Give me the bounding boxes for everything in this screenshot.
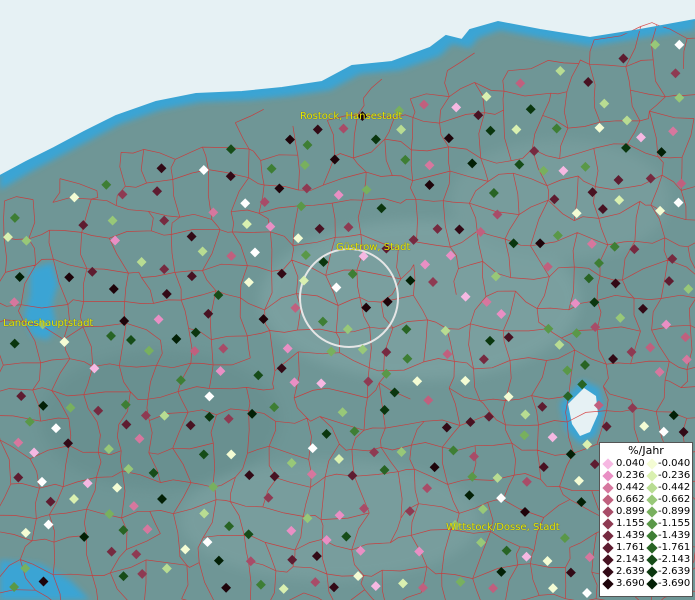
legend-value-negative: -1.761 [658,542,691,553]
legend-swatch-positive [602,518,614,530]
legend-swatch-positive [602,494,614,506]
legend-row: 1.439 -1.439 [600,530,692,542]
legend-row: 0.662 -0.662 [600,494,692,506]
legend-swatch-negative [646,482,658,494]
legend-value-negative: -3.690 [658,578,691,589]
legend-value-negative: -1.155 [658,518,691,529]
legend-value-positive: 1.439 [616,530,645,541]
map-drawing [0,0,695,600]
legend-value-negative: -2.639 [658,566,691,577]
legend-row: 2.143 -2.143 [600,554,692,566]
legend-swatch-positive [602,542,614,554]
legend-swatch-negative [646,542,658,554]
legend-swatch-negative [646,506,658,518]
legend-swatch-positive [602,566,614,578]
legend-value-negative: -2.143 [658,554,691,565]
legend-row: 2.639 -2.639 [600,566,692,578]
legend-swatch-negative [646,566,658,578]
legend-rows: 0.040 -0.040 0.236 -0.236 0.442 -0.442 0.662 -0… [600,458,692,590]
legend-value-negative: -1.439 [658,530,691,541]
legend-row: 3.690 -3.690 [600,578,692,590]
legend-swatch-negative [646,458,658,470]
map-canvas[interactable]: Rostock, Hansestadt Güstrow, Stadt Lande… [0,0,695,600]
legend-swatch-positive [602,530,614,542]
legend-swatch-positive [602,554,614,566]
legend-row: 0.899 -0.899 [600,506,692,518]
legend-swatch-negative [646,518,658,530]
map-legend: %/Jahr 0.040 -0.040 0.236 -0.236 0.442 -0.442… [599,442,693,597]
legend-value-positive: 1.155 [616,518,645,529]
legend-value-positive: 2.639 [616,566,645,577]
legend-value-negative: -0.442 [658,482,691,493]
legend-row: 1.155 -1.155 [600,518,692,530]
city-label-guestrow: Güstrow, Stadt [336,242,411,253]
legend-swatch-negative [646,494,658,506]
city-label-wittstock: Wittstock/Dosse, Stadt [446,522,560,533]
legend-value-positive: 0.442 [616,482,645,493]
legend-row: 1.761 -1.761 [600,542,692,554]
legend-value-positive: 0.040 [616,458,645,469]
legend-swatch-positive [602,470,614,482]
legend-swatch-negative [646,554,658,566]
legend-value-negative: -0.040 [658,458,691,469]
city-label-schwerin: Landeshauptstadt [3,318,94,329]
legend-value-positive: 2.143 [616,554,645,565]
legend-row: 0.442 -0.442 [600,482,692,494]
legend-row: 0.236 -0.236 [600,470,692,482]
legend-swatch-positive [602,578,614,590]
legend-value-negative: -0.662 [658,494,691,505]
legend-value-positive: 0.899 [616,506,645,517]
legend-swatch-negative [646,578,658,590]
legend-value-positive: 0.662 [616,494,645,505]
city-label-rostock: Rostock, Hansestadt [300,111,403,122]
legend-swatch-positive [602,482,614,494]
legend-value-positive: 0.236 [616,470,645,481]
legend-swatch-negative [646,530,658,542]
legend-swatch-negative [646,470,658,482]
legend-value-negative: -0.236 [658,470,691,481]
legend-value-positive: 3.690 [616,578,645,589]
legend-swatch-positive [602,506,614,518]
legend-value-negative: -0.899 [658,506,691,517]
legend-swatch-positive [602,458,614,470]
legend-title: %/Jahr [628,444,664,457]
legend-value-positive: 1.761 [616,542,645,553]
legend-row: 0.040 -0.040 [600,458,692,470]
